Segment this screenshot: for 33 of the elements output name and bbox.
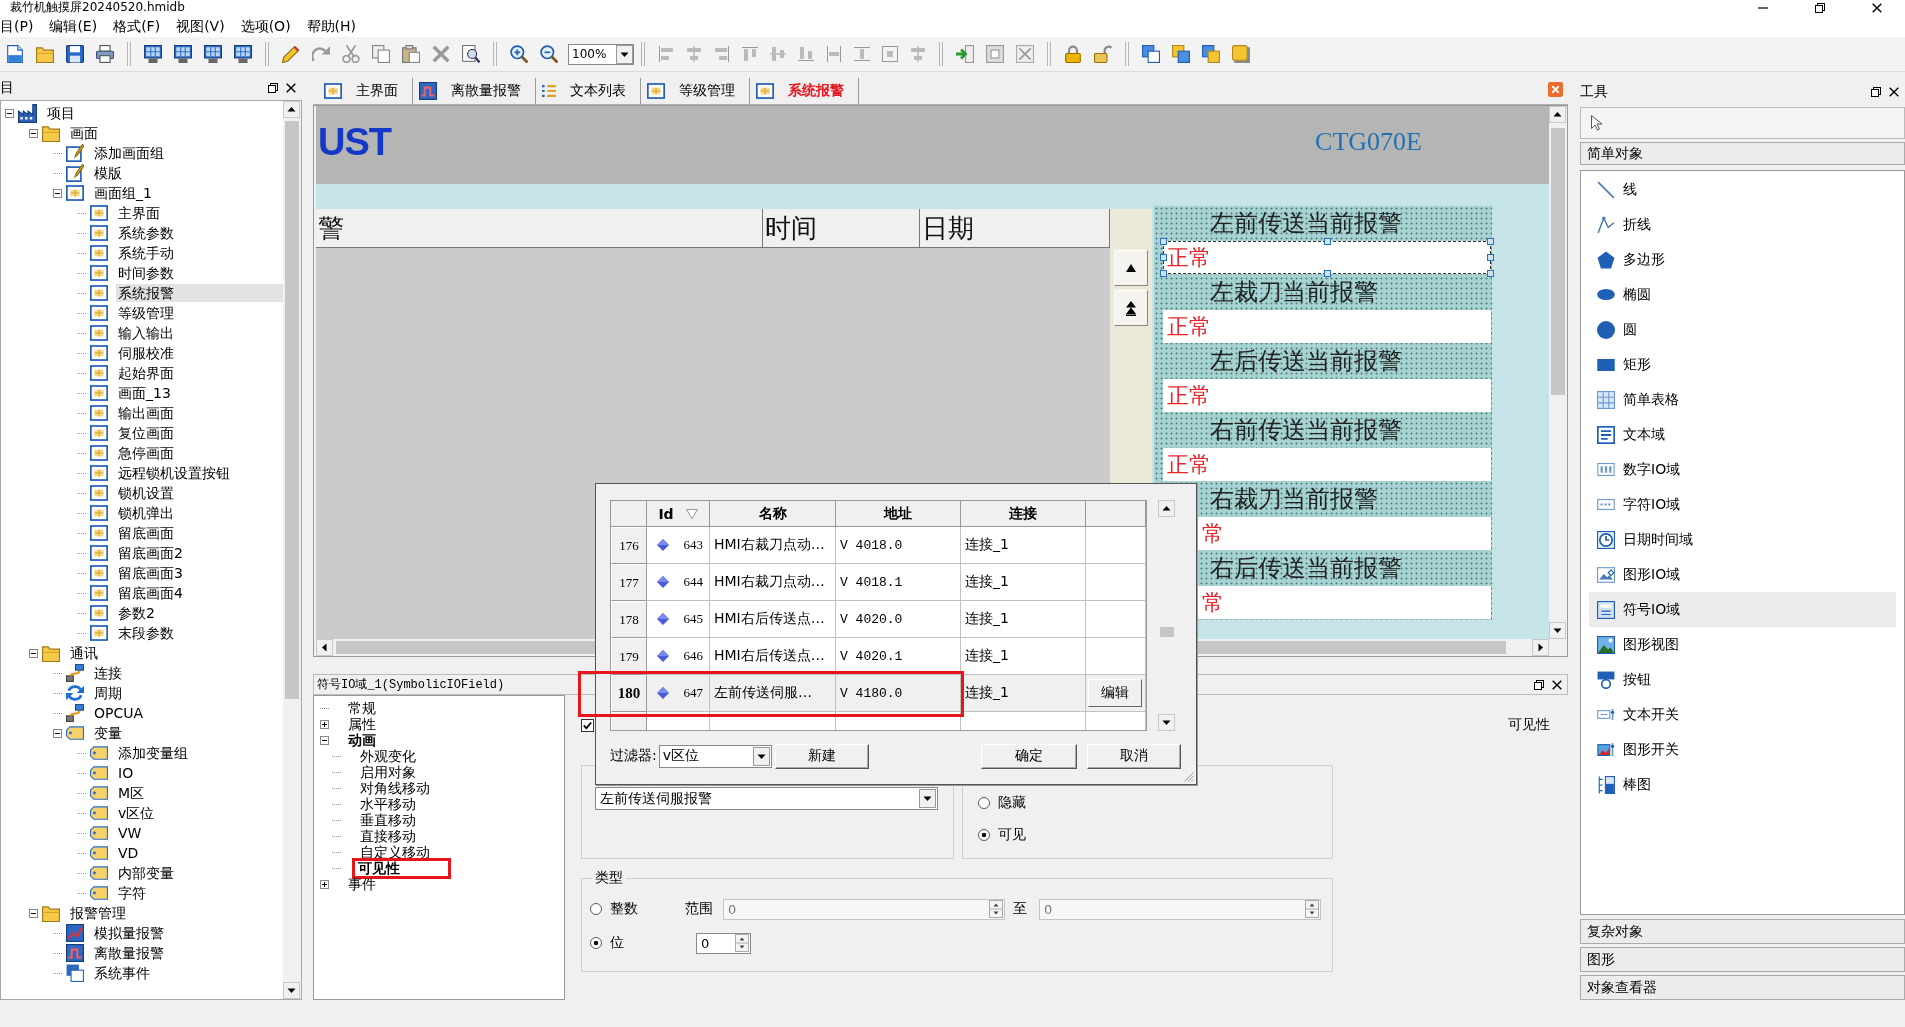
variable-id: 643 — [683, 537, 704, 553]
table-cell: 左前传送伺服… — [710, 675, 836, 712]
field-label: 至 — [1013, 900, 1027, 918]
alarm-label: 右后传送当前报警 — [1210, 553, 1402, 583]
output-field: 正常 — [1163, 310, 1491, 343]
output-field: 正常 — [1163, 379, 1491, 412]
logo-text: UST — [318, 120, 391, 164]
panel-title: 符号IO域_1(SymbolicIOField) — [317, 677, 505, 693]
table-cell: V 4180.0 — [836, 675, 961, 712]
panel-title: 目 — [0, 79, 14, 97]
alarm-label: 左后传送当前报警 — [1210, 346, 1402, 376]
alarm-label: 右裁刀当前报警 — [1210, 484, 1378, 514]
output-field: 正常 — [1163, 448, 1491, 481]
variable-id: 646 — [683, 648, 704, 664]
panel-title: 工具 — [1580, 83, 1608, 101]
variable-id: 647 — [683, 685, 704, 701]
group-label: 类型 — [594, 869, 624, 887]
output-field: 正常 — [1163, 241, 1491, 274]
model-label: CTG070E — [1315, 127, 1422, 157]
variable-id: 644 — [683, 574, 704, 590]
field-label: 范围 — [685, 900, 714, 918]
output-field: 常 — [1198, 586, 1491, 619]
column-header: 时间 — [763, 209, 920, 248]
output-field: 常 — [1198, 517, 1491, 550]
alarm-label: 右前传送当前报警 — [1210, 415, 1402, 445]
panel-heading: 可见性 — [1508, 716, 1550, 734]
column-header: 警 — [316, 209, 763, 248]
filter-label: 过滤器: — [610, 747, 657, 765]
alarm-label: 左裁刀当前报警 — [1210, 277, 1378, 307]
alarm-label: 左前传送当前报警 — [1210, 208, 1402, 238]
variable-id: 645 — [683, 611, 704, 627]
window-title: 裁竹机触摸屏20240520.hmidb — [9, 0, 185, 15]
table-cell: 连接_1 — [961, 675, 1086, 712]
